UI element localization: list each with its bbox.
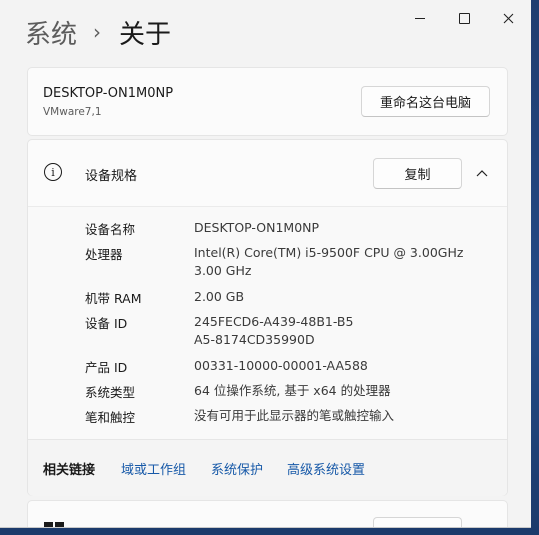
spec-label: 设备 ID (85, 316, 128, 331)
link-system-protection[interactable]: 系统保护 (211, 459, 263, 478)
spec-value: 00331-10000-00001-AA588 (194, 358, 368, 373)
maximize-button[interactable] (442, 4, 486, 32)
spec-label: 处理器 (85, 247, 123, 262)
device-specs-title: 设备规格 (85, 169, 138, 184)
minimize-icon (415, 17, 425, 19)
windows-logo-icon (44, 522, 64, 527)
spec-value: 64 位操作系统, 基于 x64 的处理器 (194, 383, 391, 398)
close-button[interactable] (486, 4, 530, 32)
chevron-right-icon: › (93, 20, 102, 44)
related-links-label: 相关链接 (43, 463, 96, 478)
spec-value: 2.00 GB (194, 289, 245, 304)
minimize-button[interactable] (398, 4, 442, 32)
spec-label: 系统类型 (85, 385, 136, 400)
spec-label: 产品 ID (85, 360, 128, 375)
page-title: 关于 (119, 19, 172, 50)
breadcrumb: 系统 › 关于 (25, 12, 171, 52)
spec-label: 笔和触控 (85, 410, 136, 425)
link-domain-workgroup[interactable]: 域或工作组 (121, 459, 186, 478)
copy-button-secondary[interactable] (373, 517, 462, 527)
related-links-bar: 相关链接 域或工作组 系统保护 高级系统设置 (28, 439, 507, 496)
device-specs-header[interactable]: i 设备规格 复制 (28, 140, 507, 207)
spec-value: 245FECD6-A439-48B1-B5A5-8174CD35990D (194, 314, 354, 347)
close-icon (503, 13, 513, 23)
spec-value: Intel(R) Core(TM) i5-9500F CPU @ 3.00GHz… (194, 245, 464, 278)
windows-specs-card (27, 500, 508, 527)
device-specs-card: i 设备规格 复制 设备名称 DESKTOP-ON1M0NP 处理器 Intel… (27, 139, 508, 496)
info-icon: i (44, 163, 62, 181)
breadcrumb-parent-system[interactable]: 系统 (25, 14, 77, 51)
desktop-wallpaper (531, 0, 539, 535)
spec-label: 设备名称 (85, 222, 136, 237)
spec-value: DESKTOP-ON1M0NP (194, 220, 320, 235)
device-model: VMware7,1 (43, 106, 102, 118)
device-name: DESKTOP-ON1M0NP (43, 86, 174, 101)
link-advanced-system-settings[interactable]: 高级系统设置 (287, 459, 365, 478)
device-specs-list: 设备名称 DESKTOP-ON1M0NP 处理器 Intel(R) Core(T… (28, 207, 507, 439)
chevron-up-icon[interactable] (473, 164, 491, 182)
settings-window: 系统 › 关于 DESKTOP-ON1M0NP VMware7,1 重命名这台电… (0, 0, 532, 528)
rename-pc-button[interactable]: 重命名这台电脑 (361, 86, 490, 117)
copy-button[interactable]: 复制 (373, 158, 462, 189)
spec-label: 机带 RAM (85, 291, 142, 306)
device-name-card: DESKTOP-ON1M0NP VMware7,1 重命名这台电脑 (27, 67, 508, 136)
maximize-icon (458, 12, 470, 24)
spec-value: 没有可用于此显示器的笔或触控输入 (194, 408, 395, 423)
